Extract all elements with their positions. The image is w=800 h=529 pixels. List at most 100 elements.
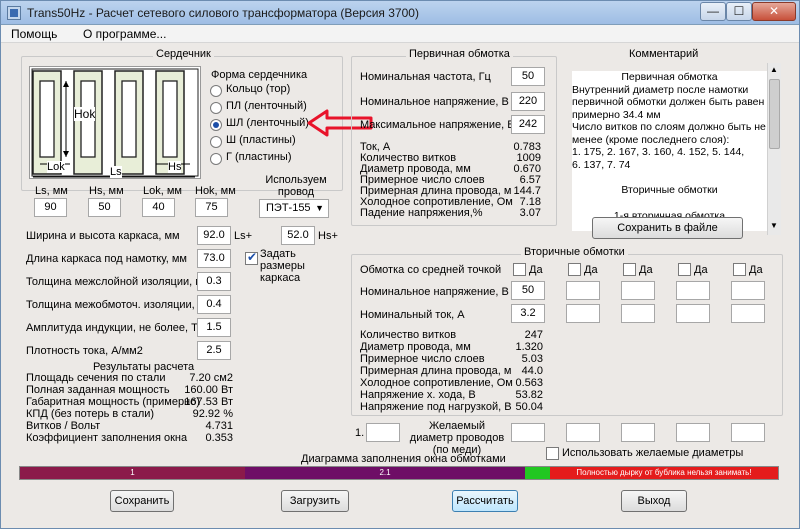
secondary-title: Вторичные обмотки [521, 246, 628, 258]
sec-voltage-input-3[interactable] [676, 281, 710, 300]
sec-value-3: 44.0 [521, 365, 543, 377]
diagram-segment-0: 1 [20, 467, 245, 479]
mid-tap-yes-1[interactable]: Да [584, 264, 598, 276]
sec-current-input-2[interactable] [621, 304, 655, 323]
comment-scrollbar[interactable]: ▲ ▼ [767, 63, 781, 235]
comment-line-3: примерно 34.4 мм [572, 108, 661, 121]
mid-tap-yes-4[interactable]: Да [749, 264, 763, 276]
desired-input-2[interactable] [621, 423, 655, 442]
comment-line-0: Первичная обмотка [621, 71, 718, 83]
wire-select[interactable]: ПЭТ-155 ▼ [259, 199, 329, 218]
menu-bar: Помощь О программе... [1, 25, 799, 43]
param-input-3[interactable]: 0.4 [197, 295, 231, 314]
primary-freq-input[interactable]: 50 [511, 67, 545, 86]
comment-line-6: 1. 175, 2. 167, 3. 160, 4. 152, 5. 144, [572, 146, 745, 158]
shape-radio-0[interactable] [210, 85, 222, 97]
mid-tap-checkbox-3[interactable] [678, 263, 691, 276]
comment-textbox[interactable]: Первичная обмотка Внутренний диаметр пос… [572, 71, 767, 231]
shape-label-0[interactable]: Кольцо (тор) [226, 83, 290, 95]
comment-line-9: Вторичные обмотки [621, 184, 718, 196]
load-button[interactable]: Загрузить [281, 490, 349, 512]
comment-title: Комментарий [629, 48, 699, 60]
shape-radio-2[interactable] [210, 119, 222, 131]
param-input-2[interactable]: 0.3 [197, 272, 231, 291]
desired-index: 1. [355, 427, 365, 439]
menu-about[interactable]: О программе... [83, 27, 166, 41]
desired-input-0[interactable] [511, 423, 545, 442]
sec-current-input-1[interactable] [566, 304, 600, 323]
sec-value-2: 5.03 [521, 353, 543, 365]
sec-current-input-0[interactable]: 3.2 [511, 304, 545, 323]
primary-max-voltage-input[interactable]: 242 [511, 115, 545, 134]
core-diagram: Hok Lok Ls Hs [29, 66, 201, 179]
sec-voltage-input-0[interactable]: 50 [511, 281, 545, 300]
sec-label-6: Напряжение под нагрузкой, В [360, 401, 512, 413]
mid-tap-checkbox-0[interactable] [513, 263, 526, 276]
dim-label-hs: Hs, мм [89, 185, 124, 197]
exit-button[interactable]: Выход [621, 490, 687, 512]
shape-radio-1[interactable] [210, 102, 222, 114]
sec-voltage-input-1[interactable] [566, 281, 600, 300]
shape-radio-3[interactable] [210, 136, 222, 148]
window-title: Trans50Hz - Расчет сетевого силового тра… [27, 6, 419, 20]
param-label-4: Амплитуда индукции, не более, Тл [26, 322, 204, 334]
shape-label-1[interactable]: ПЛ (ленточный) [226, 100, 307, 112]
shape-label-2[interactable]: ШЛ (ленточный) [226, 117, 309, 129]
sec-voltage-label: Номинальное напряжение, В [360, 286, 509, 298]
save-file-button[interactable]: Сохранить в файле [592, 217, 743, 239]
lok-input[interactable]: 40 [142, 198, 175, 217]
desired-input-1[interactable] [566, 423, 600, 442]
desired-input-3[interactable] [676, 423, 710, 442]
param-label-5: Плотность тока, А/мм2 [26, 345, 143, 357]
title-bar[interactable]: Trans50Hz - Расчет сетевого силового тра… [1, 1, 799, 25]
desired-input-4[interactable] [731, 423, 765, 442]
mid-tap-yes-3[interactable]: Да [694, 264, 708, 276]
diagram-segment-3: Полностью дырку от бублика нельзя занима… [550, 467, 778, 479]
desired-label: Желаемый диаметр проводов (по меди) [409, 420, 505, 456]
ls-plus-label: Ls+ [234, 230, 253, 242]
param-input-0[interactable]: 92.0 [197, 226, 231, 245]
frame-size-label[interactable]: Задать размеры каркаса [260, 248, 340, 284]
scroll-down-icon[interactable]: ▼ [770, 221, 778, 230]
sec-current-input-3[interactable] [676, 304, 710, 323]
sec-voltage-input-4[interactable] [731, 281, 765, 300]
scroll-up-icon[interactable]: ▲ [770, 65, 778, 74]
param-input-1[interactable]: 73.0 [197, 249, 231, 268]
maximize-button[interactable]: ☐ [726, 2, 752, 21]
sec-value-1: 1.320 [515, 341, 543, 353]
sec-voltage-input-2[interactable] [621, 281, 655, 300]
shape-label-4[interactable]: Г (пластины) [226, 151, 292, 163]
shape-label-3[interactable]: Ш (пластины) [226, 134, 296, 146]
mid-tap-checkbox-4[interactable] [733, 263, 746, 276]
menu-help[interactable]: Помощь [11, 27, 57, 41]
desired-primary-input[interactable] [366, 423, 400, 442]
use-desired-checkbox[interactable] [546, 447, 559, 460]
use-desired-label[interactable]: Использовать желаемые диаметры [562, 447, 743, 459]
primary-voltage-input[interactable]: 220 [511, 92, 545, 111]
hs-label: Hs [168, 161, 182, 173]
mid-tap-yes-0[interactable]: Да [529, 264, 543, 276]
hok-input[interactable]: 75 [195, 198, 228, 217]
hs-plus-input[interactable]: 52.0 [281, 226, 315, 245]
minimize-button[interactable]: — [700, 2, 726, 21]
frame-size-checkbox[interactable]: ✔ [245, 250, 258, 265]
shape-radio-4[interactable] [210, 153, 222, 165]
param-input-5[interactable]: 2.5 [197, 341, 231, 360]
mid-tap-label: Обмотка со средней точкой [360, 264, 502, 276]
mid-tap-yes-2[interactable]: Да [639, 264, 653, 276]
ls-input[interactable]: 90 [34, 198, 67, 217]
diagram-title: Диаграмма заполнения окна обмотками [301, 453, 506, 465]
close-button[interactable]: ✕ [752, 2, 796, 21]
result-label-4: Витков / Вольт [26, 420, 101, 432]
hs-input[interactable]: 50 [88, 198, 121, 217]
app-window: Trans50Hz - Расчет сетевого силового тра… [0, 0, 800, 529]
param-input-4[interactable]: 1.5 [197, 318, 231, 337]
save-button[interactable]: Сохранить [110, 490, 174, 512]
mid-tap-checkbox-2[interactable] [623, 263, 636, 276]
scroll-thumb[interactable] [769, 79, 780, 149]
mid-tap-checkbox-1[interactable] [568, 263, 581, 276]
core-group-title: Сердечник [153, 48, 214, 60]
calculate-button[interactable]: Рассчитать [452, 490, 518, 512]
sec-current-input-4[interactable] [731, 304, 765, 323]
result-label-0: Площадь сечения по стали [26, 372, 166, 384]
